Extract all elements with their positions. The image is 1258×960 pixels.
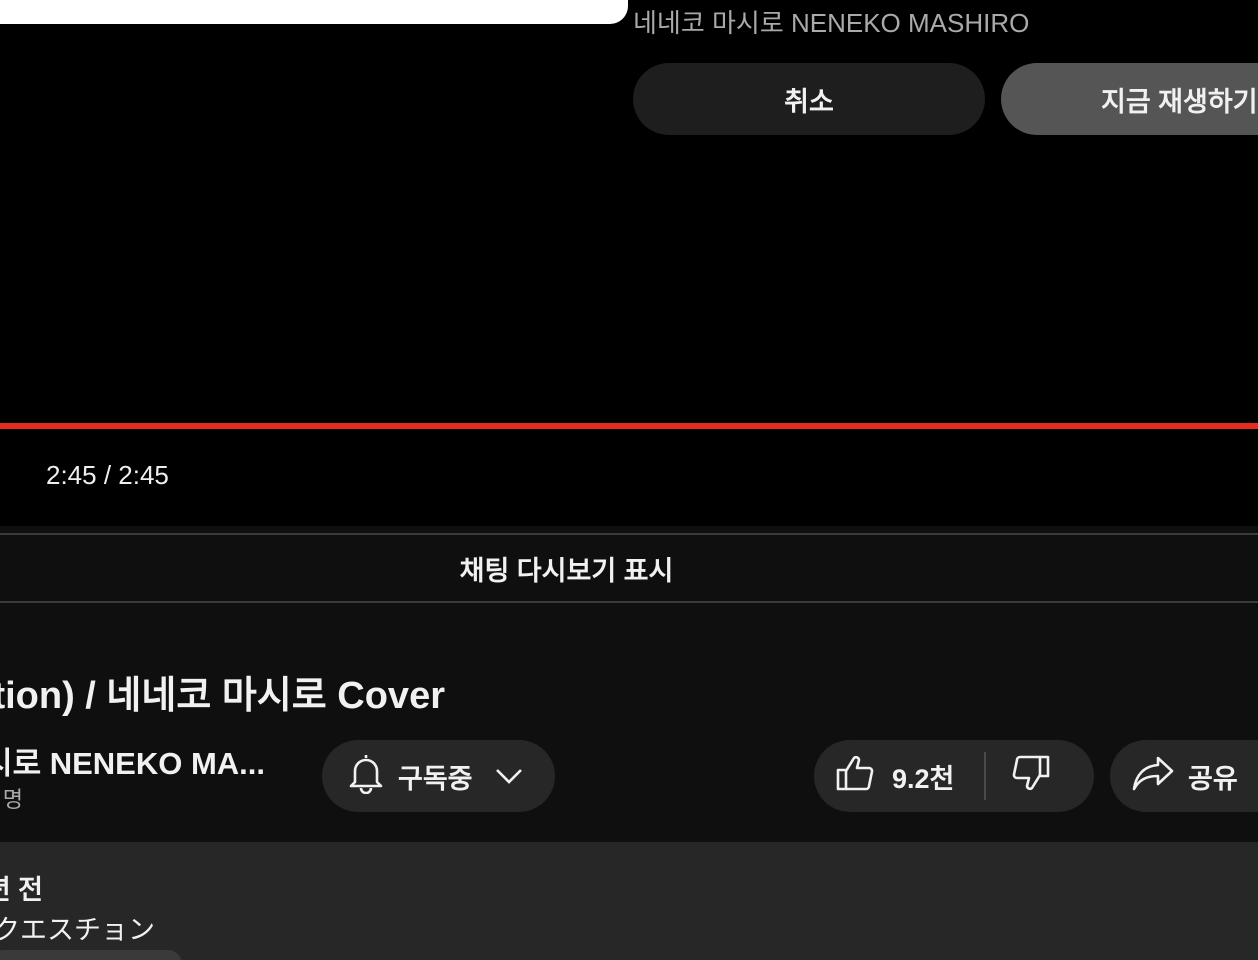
progress-bar[interactable]	[0, 423, 1258, 429]
chat-replay-button[interactable]: 채팅 다시보기 표시	[0, 533, 1258, 603]
dislike-button[interactable]	[986, 740, 1050, 812]
share-label: 공유	[1188, 763, 1238, 794]
cancel-button[interactable]: 취소	[633, 63, 985, 135]
share-icon	[1132, 755, 1174, 798]
description-text: 】クエスチョン	[0, 915, 155, 945]
upload-date: 년 전	[0, 875, 43, 905]
bell-icon	[348, 752, 384, 801]
thumbs-down-icon	[1012, 754, 1050, 799]
chevron-down-icon	[495, 767, 523, 785]
time-display: 2:45 / 2:45	[46, 460, 169, 490]
chat-replay-label: 채팅 다시보기 표시	[459, 555, 674, 586]
subscribe-button[interactable]: 구독중	[322, 740, 555, 812]
subscriber-count: 명	[2, 787, 23, 812]
description-box[interactable]: 년 전 】クエスチョン	[0, 842, 1258, 960]
video-title: tion) / 네네코 마시로 Cover	[0, 675, 445, 717]
next-video-channel: 네네코 마시로 NENEKO MASHIRO	[633, 8, 1030, 38]
progress-fill	[0, 423, 1258, 429]
next-video-thumbnail[interactable]	[0, 0, 628, 24]
subscribe-label: 구독중	[398, 763, 473, 794]
hashtag-chip[interactable]	[0, 950, 182, 960]
like-count: 9.2천	[892, 763, 955, 794]
owner-row: 시로 NENEKO MA... 명 구독중 9.2천 공유	[0, 730, 1258, 830]
channel-name[interactable]: 시로 NENEKO MA...	[0, 738, 265, 783]
video-player[interactable]: 네네코 마시로 NENEKO MASHIRO 취소 지금 재생하기 2:45 /…	[0, 0, 1258, 526]
share-button[interactable]: 공유	[1110, 740, 1258, 812]
thumbs-up-icon	[836, 754, 874, 799]
like-dislike-group: 9.2천	[814, 740, 1094, 812]
play-now-button[interactable]: 지금 재생하기	[1001, 63, 1258, 135]
like-button[interactable]: 9.2천	[814, 740, 984, 812]
